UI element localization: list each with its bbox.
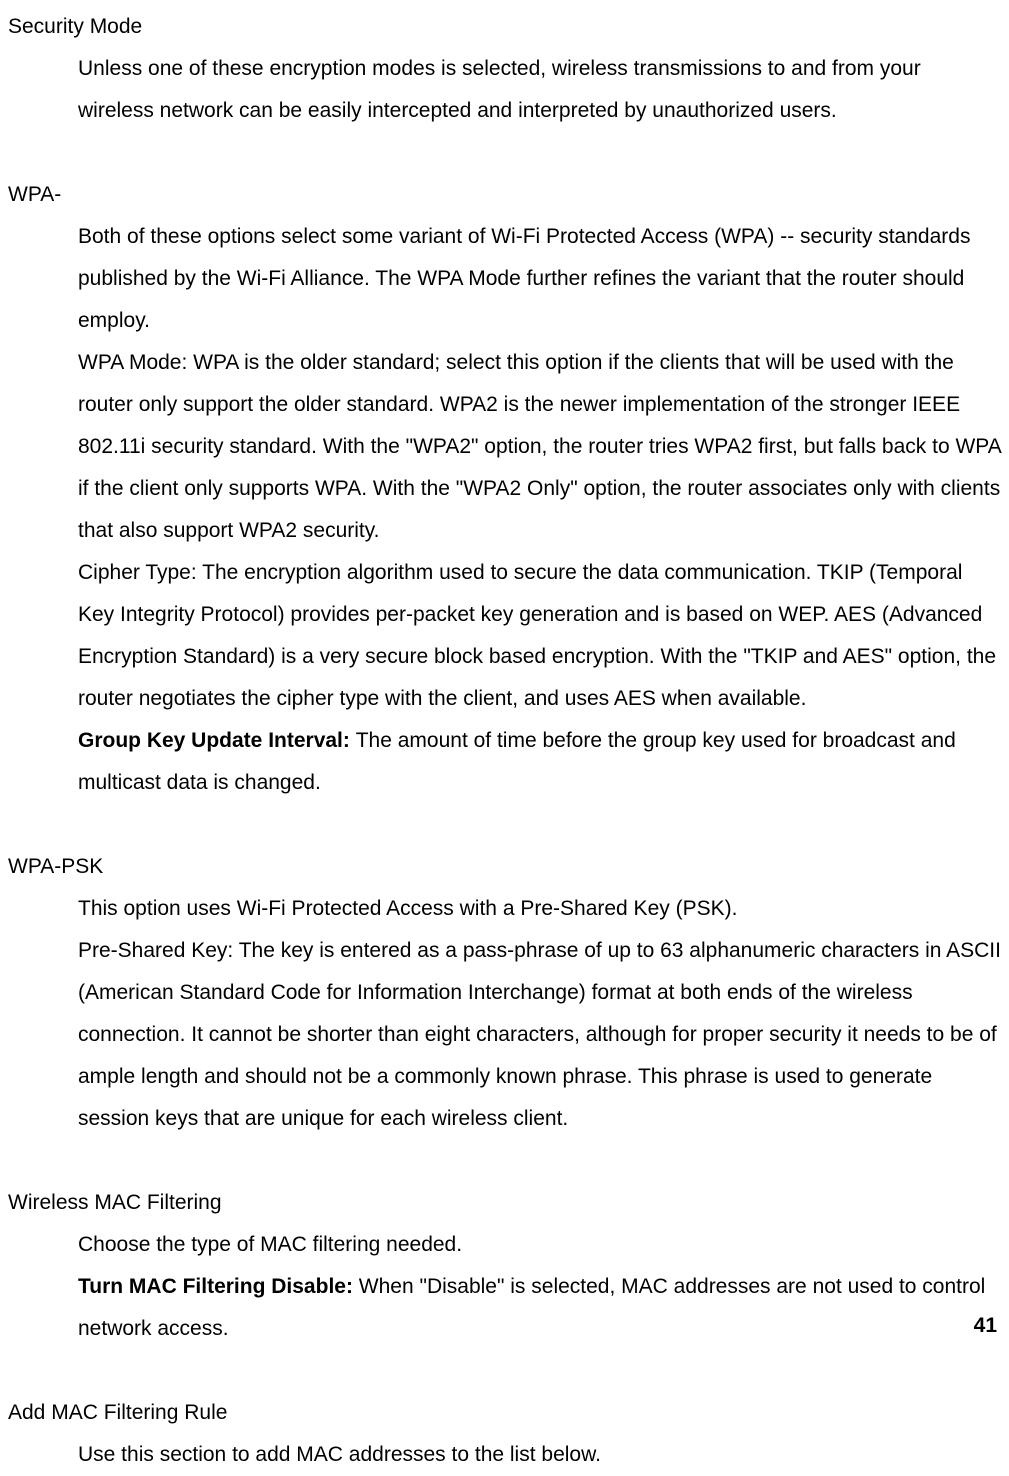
para-wpa-psk-2: Pre-Shared Key: The key is entered as a … bbox=[78, 930, 1001, 1140]
para-wpa-4-bold: Group Key Update Interval: bbox=[78, 729, 356, 752]
para-wpa-1: Both of these options select some varian… bbox=[78, 216, 1001, 342]
heading-wpa-psk: WPA-PSK bbox=[8, 846, 1001, 888]
document-page: Security Mode Unless one of these encryp… bbox=[0, 0, 1009, 1476]
para-wpa-psk-1: This option uses Wi-Fi Protected Access … bbox=[78, 888, 1001, 930]
heading-add-mac-rule: Add MAC Filtering Rule bbox=[8, 1392, 1001, 1434]
heading-security-mode: Security Mode bbox=[8, 6, 1001, 48]
para-mac-filtering-2: Turn MAC Filtering Disable: When "Disabl… bbox=[78, 1266, 1001, 1350]
para-wpa-2: WPA Mode: WPA is the older standard; sel… bbox=[78, 342, 1001, 552]
para-wpa-3: Cipher Type: The encryption algorithm us… bbox=[78, 552, 1001, 720]
para-add-mac-rule-1: Use this section to add MAC addresses to… bbox=[78, 1434, 1001, 1476]
para-mac-filtering-1: Choose the type of MAC filtering needed. bbox=[78, 1224, 1001, 1266]
page-number: 41 bbox=[974, 1305, 997, 1347]
heading-wpa: WPA- bbox=[8, 174, 1001, 216]
heading-mac-filtering: Wireless MAC Filtering bbox=[8, 1182, 1001, 1224]
para-security-mode-1: Unless one of these encryption modes is … bbox=[78, 48, 1001, 132]
para-wpa-4: Group Key Update Interval: The amount of… bbox=[78, 720, 1001, 804]
para-mac-filtering-2-bold: Turn MAC Filtering Disable: bbox=[78, 1275, 359, 1298]
